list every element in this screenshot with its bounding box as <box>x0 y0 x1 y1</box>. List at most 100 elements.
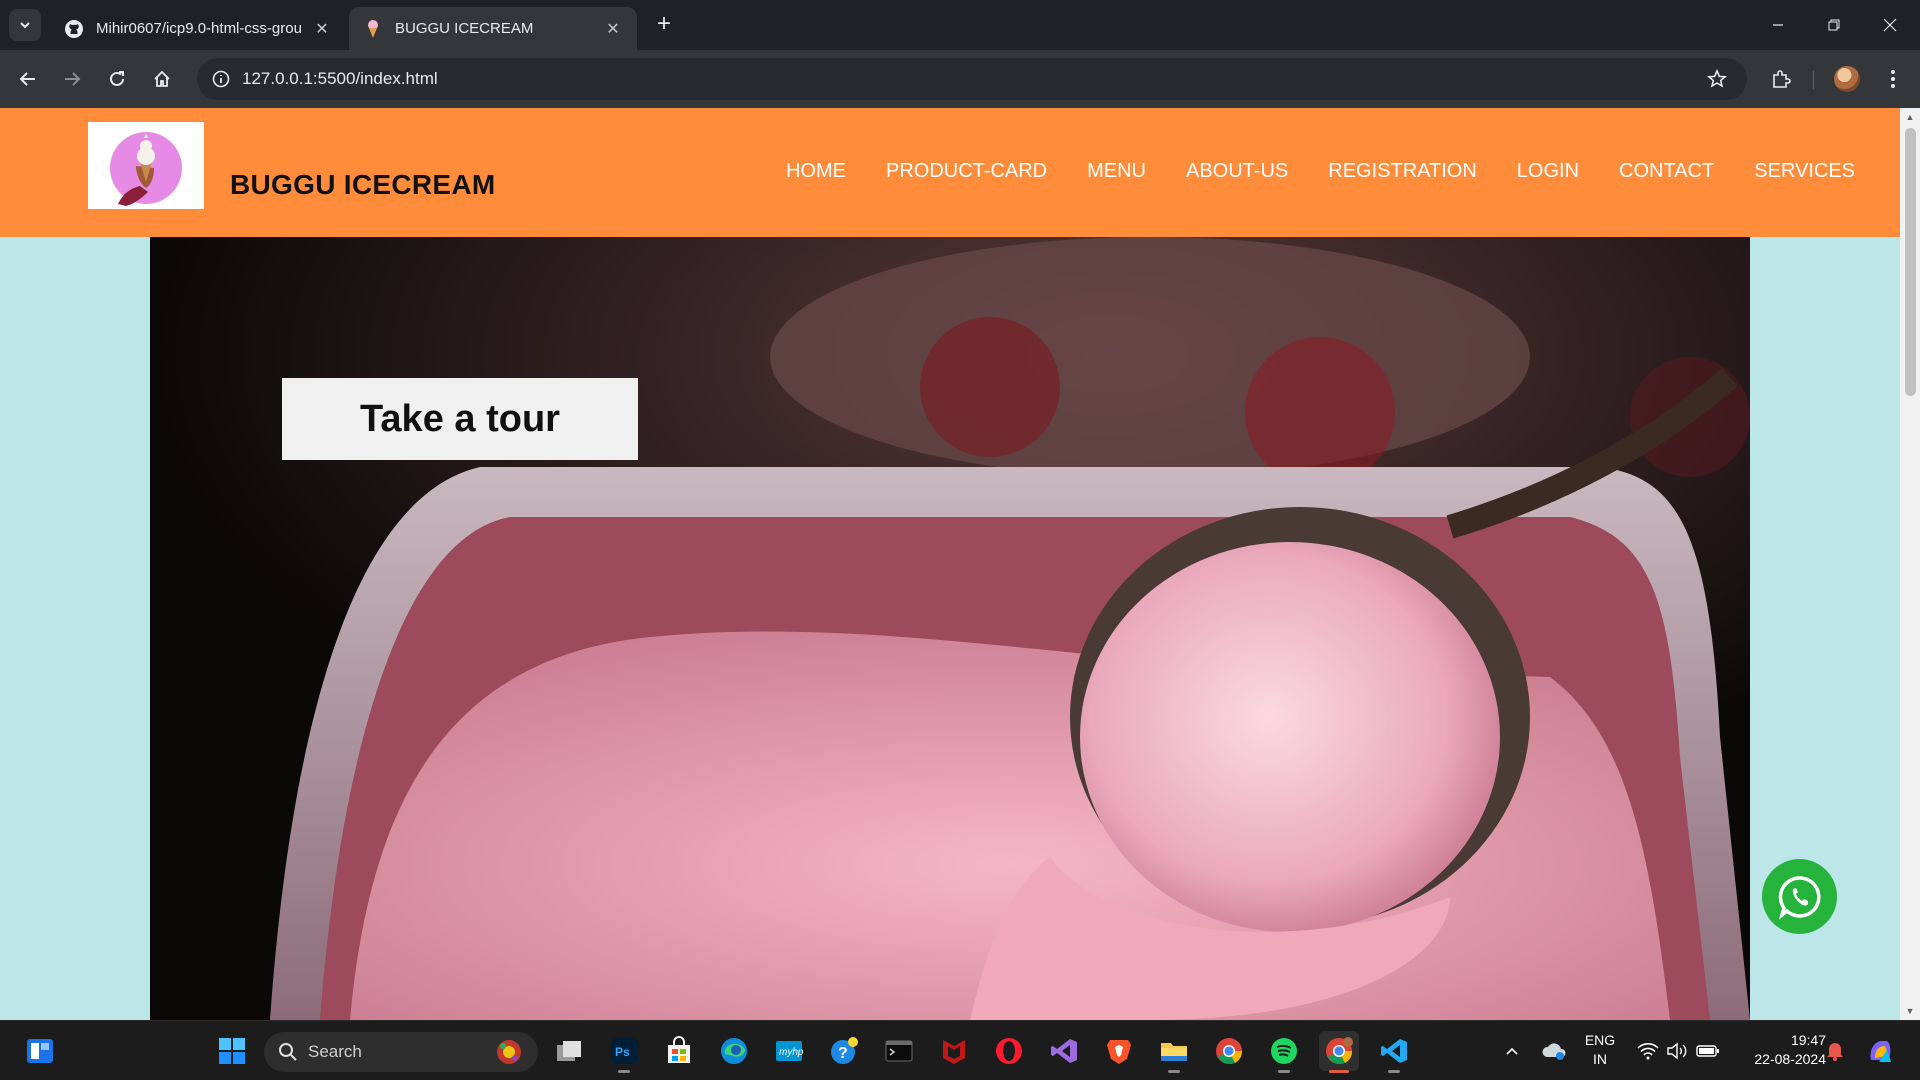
nav-link-contact[interactable]: CONTACT <box>1619 160 1714 183</box>
reload-button[interactable] <box>100 62 134 96</box>
close-icon[interactable]: ✕ <box>312 19 332 39</box>
onedrive-icon[interactable] <box>1534 1031 1574 1071</box>
store-icon[interactable] <box>659 1031 699 1071</box>
language-text: ENG <box>1584 1032 1616 1048</box>
ice-cream-logo-icon <box>110 131 182 206</box>
svg-text:Ps: Ps <box>615 1045 630 1059</box>
battery-icon[interactable] <box>1688 1031 1728 1071</box>
file-explorer-icon[interactable] <box>1154 1031 1194 1073</box>
tab-github[interactable]: Mihir0607/icp9.0-html-css-grou ✕ <box>50 7 346 50</box>
site-logo[interactable] <box>88 122 204 209</box>
scroll-down-icon[interactable]: ▼ <box>1905 1006 1915 1016</box>
arrow-left-icon <box>19 72 35 86</box>
main-nav: HOME PRODUCT-CARD MENU ABOUT-US REGISTRA… <box>746 160 1855 183</box>
clock[interactable]: 19:47 22-08-2024 <box>1730 1031 1826 1069</box>
search-icon <box>278 1042 298 1062</box>
whatsapp-icon <box>1778 875 1821 920</box>
language-indicator[interactable]: ENG IN <box>1577 1031 1623 1069</box>
extensions-button[interactable] <box>1764 62 1798 96</box>
browser-toolbar: 127.0.0.1:5500/index.html <box>0 50 1920 108</box>
take-a-tour-button[interactable]: Take a tour <box>282 378 638 460</box>
mcafee-icon[interactable] <box>934 1031 974 1071</box>
home-icon <box>154 70 170 87</box>
widgets-icon[interactable] <box>20 1031 60 1071</box>
reload-icon <box>110 71 124 86</box>
hero-video[interactable]: Take a tour <box>150 237 1750 1020</box>
minimize-button[interactable] <box>1750 0 1806 50</box>
chevron-down-icon <box>20 22 30 29</box>
taskbar-search[interactable]: Search <box>264 1032 538 1072</box>
chrome-profile-icon[interactable] <box>1319 1031 1359 1073</box>
avatar <box>1834 66 1860 92</box>
clock-date: 22-08-2024 <box>1754 1051 1826 1067</box>
nav-link-about-us[interactable]: ABOUT-US <box>1186 160 1288 183</box>
page-scrollbar[interactable]: ▲ ▼ <box>1900 108 1920 1020</box>
tab-title: BUGGU ICECREAM <box>395 20 534 37</box>
arrow-right-icon <box>65 72 81 86</box>
back-button[interactable] <box>11 62 45 96</box>
toolbar-divider <box>1813 71 1814 89</box>
edge-icon[interactable] <box>714 1031 754 1071</box>
restore-icon <box>1828 19 1840 31</box>
whatsapp-button[interactable] <box>1762 859 1837 934</box>
site-info-icon[interactable] <box>205 63 237 95</box>
scroll-thumb[interactable] <box>1905 128 1916 396</box>
brave-icon[interactable] <box>1099 1031 1139 1071</box>
running-indicator <box>1329 1070 1349 1073</box>
chevron-up-icon <box>1506 1047 1518 1055</box>
more-vertical-icon <box>1891 70 1895 88</box>
page-viewport: BUGGU ICECREAM HOME PRODUCT-CARD MENU AB… <box>0 108 1920 1020</box>
task-view-icon[interactable] <box>549 1031 589 1071</box>
notification-bell-icon[interactable] <box>1815 1031 1855 1071</box>
windows-taskbar: Search Ps myhp ? ENG IN 19:47 22-08-2024 <box>0 1020 1920 1080</box>
myhp-icon[interactable]: myhp <box>769 1031 809 1071</box>
opera-icon[interactable] <box>989 1031 1029 1071</box>
nav-link-services[interactable]: SERVICES <box>1754 160 1855 183</box>
running-indicator <box>1388 1070 1400 1073</box>
photoshop-icon[interactable]: Ps <box>604 1031 644 1073</box>
search-label: Search <box>308 1042 362 1061</box>
close-icon[interactable]: ✕ <box>603 19 623 39</box>
github-icon <box>64 19 84 39</box>
running-indicator <box>1278 1070 1290 1073</box>
region-text: IN <box>1593 1051 1607 1067</box>
new-tab-button[interactable]: + <box>650 10 678 38</box>
tab-search-button[interactable] <box>9 9 41 41</box>
bookmark-star-icon[interactable] <box>1705 67 1729 91</box>
ice-cream-icon <box>363 19 383 39</box>
address-bar[interactable]: 127.0.0.1:5500/index.html <box>197 58 1747 100</box>
puzzle-icon <box>1773 70 1791 88</box>
show-hidden-icons-button[interactable] <box>1492 1031 1532 1071</box>
terminal-icon[interactable] <box>879 1031 919 1071</box>
site-header: BUGGU ICECREAM HOME PRODUCT-CARD MENU AB… <box>0 108 1900 237</box>
browser-menu-button[interactable] <box>1876 62 1910 96</box>
vscode-icon[interactable] <box>1374 1031 1414 1073</box>
chrome-icon[interactable] <box>1209 1031 1249 1071</box>
tab-title: Mihir0607/icp9.0-html-css-grou <box>96 20 302 37</box>
spotify-icon[interactable] <box>1264 1031 1304 1073</box>
help-icon[interactable]: ? <box>824 1031 864 1071</box>
nav-link-registration[interactable]: REGISTRATION <box>1328 160 1477 183</box>
brand-name[interactable]: BUGGU ICECREAM <box>230 169 496 201</box>
start-icon[interactable] <box>212 1031 252 1071</box>
nav-link-home[interactable]: HOME <box>786 160 846 183</box>
running-indicator <box>618 1070 630 1073</box>
clock-time: 19:47 <box>1790 1032 1826 1048</box>
home-button[interactable] <box>145 62 179 96</box>
svg-text:myhp: myhp <box>779 1047 804 1058</box>
copilot-icon[interactable] <box>1860 1031 1900 1071</box>
tab-buggu-icecream[interactable]: BUGGU ICECREAM ✕ <box>349 7 637 50</box>
hero-ice-cream-image <box>150 237 1750 1020</box>
visual-studio-icon[interactable] <box>1044 1031 1084 1071</box>
nav-link-menu[interactable]: MENU <box>1087 160 1146 183</box>
forward-button[interactable] <box>55 62 89 96</box>
url-text[interactable]: 127.0.0.1:5500/index.html <box>242 69 438 89</box>
nav-link-login[interactable]: LOGIN <box>1517 160 1579 183</box>
nav-link-product-card[interactable]: PRODUCT-CARD <box>886 160 1047 183</box>
close-window-button[interactable] <box>1862 0 1918 50</box>
search-highlight-icon <box>497 1040 521 1064</box>
running-indicator <box>1168 1070 1180 1073</box>
scroll-up-icon[interactable]: ▲ <box>1905 112 1915 122</box>
restore-button[interactable] <box>1806 0 1862 50</box>
profile-button[interactable] <box>1830 62 1864 96</box>
